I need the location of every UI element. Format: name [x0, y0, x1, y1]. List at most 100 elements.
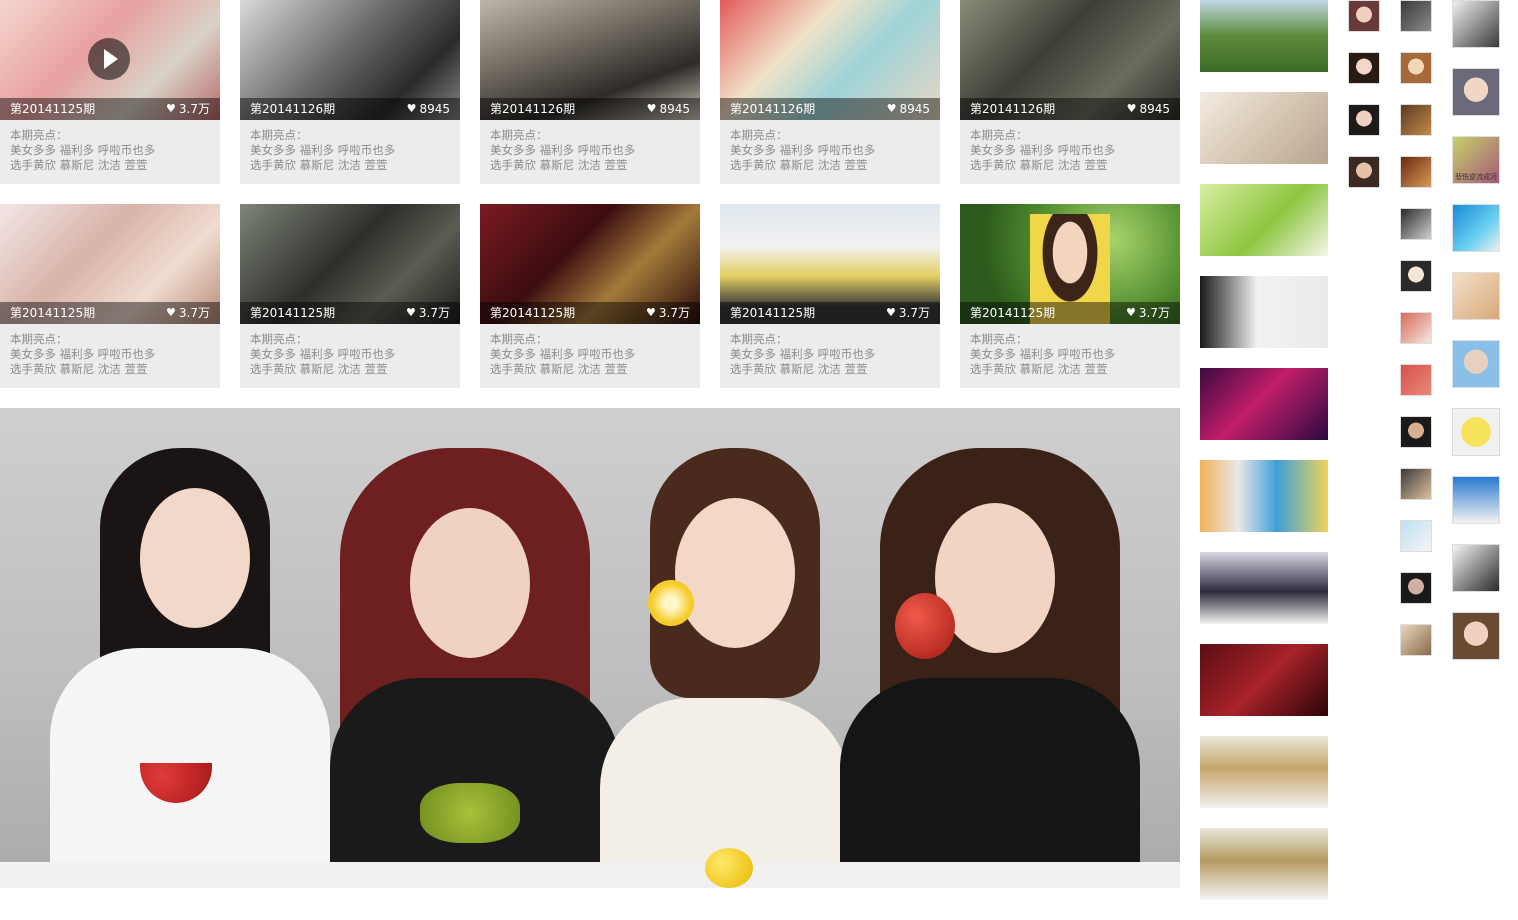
user-avatar[interactable]: [1452, 68, 1500, 116]
sidebar-thumbnail[interactable]: [1200, 736, 1328, 808]
episode-number: 第20141125期: [10, 306, 96, 320]
desc-title: 本期亮点：: [10, 332, 68, 346]
episode-card[interactable]: 第20141126期 ♥ 8945 本期亮点： 美女多多 福利多 呼啦币也多 选手…: [480, 0, 700, 184]
episode-thumbnail[interactable]: 第20141125期 ♥ 3.7万: [240, 204, 460, 324]
user-avatar[interactable]: [1400, 416, 1432, 448]
user-avatar[interactable]: [1452, 0, 1500, 48]
user-avatar[interactable]: [1400, 104, 1432, 136]
banner-person: [600, 448, 860, 888]
desc-title: 本期亮点：: [490, 332, 548, 346]
user-avatar[interactable]: [1452, 612, 1500, 660]
user-avatar[interactable]: [1452, 476, 1500, 524]
sidebar-thumbnail[interactable]: [1200, 828, 1328, 900]
episode-card[interactable]: 第20141125期 ♥ 3.7万 本期亮点： 美女多多 福利多 呼啦币也多 选手…: [0, 204, 220, 388]
user-avatar[interactable]: [1400, 312, 1432, 344]
desc-line: 选手黄欣 慕斯尼 沈洁 萱萱: [970, 362, 1108, 376]
like-count: 8945: [659, 102, 690, 116]
heart-icon: ♥: [646, 102, 657, 115]
user-avatar[interactable]: [1452, 544, 1500, 592]
episode-thumbnail[interactable]: 第20141126期 ♥ 8945: [960, 0, 1180, 120]
user-avatar[interactable]: [1348, 0, 1380, 32]
heart-icon: ♥: [166, 102, 176, 115]
desc-line: 美女多多 福利多 呼啦币也多: [970, 347, 1116, 361]
episode-card[interactable]: 第20141126期 ♥ 8945 本期亮点： 美女多多 福利多 呼啦币也多 选手…: [720, 0, 940, 184]
sidebar-thumbnail[interactable]: [1200, 644, 1328, 716]
user-avatar[interactable]: [1452, 272, 1500, 320]
user-avatar[interactable]: [1400, 520, 1432, 552]
episode-thumbnail[interactable]: 第20141126期 ♥ 8945: [240, 0, 460, 120]
user-avatar[interactable]: [1400, 0, 1432, 32]
lemon-half: [648, 580, 694, 626]
sidebar-thumbnail[interactable]: [1200, 460, 1328, 532]
desc-line: 选手黄欣 慕斯尼 沈洁 萱萱: [490, 158, 628, 172]
user-avatar[interactable]: [1348, 156, 1380, 188]
sidebar-thumbnail[interactable]: [1200, 92, 1328, 164]
episode-card[interactable]: 第20141126期 ♥ 8945 本期亮点： 美女多多 福利多 呼啦币也多 选手…: [240, 0, 460, 184]
desc-line: 美女多多 福利多 呼啦币也多: [10, 143, 156, 157]
heart-icon: ♥: [406, 102, 417, 115]
desc-line: 美女多多 福利多 呼啦币也多: [10, 347, 156, 361]
user-avatar[interactable]: [1400, 468, 1432, 500]
episode-card[interactable]: 第20141125期 ♥ 3.7万 本期亮点： 美女多多 福利多 呼啦币也多 选手…: [0, 0, 220, 184]
user-avatar[interactable]: [1400, 624, 1432, 656]
episode-thumbnail[interactable]: 第20141125期 ♥ 3.7万: [480, 204, 700, 324]
episode-thumbnail[interactable]: 第20141126期 ♥ 8945: [720, 0, 940, 120]
heart-icon: ♥: [646, 306, 656, 319]
banner-person: [30, 448, 350, 888]
episode-card[interactable]: 第20141125期 ♥ 3.7万 本期亮点： 美女多多 福利多 呼啦币也多 选手…: [720, 204, 940, 388]
episode-thumbnail[interactable]: 第20141126期 ♥ 8945: [480, 0, 700, 120]
desc-line: 美女多多 福利多 呼啦币也多: [250, 347, 396, 361]
play-icon[interactable]: [88, 38, 130, 80]
user-avatar[interactable]: [1452, 408, 1500, 456]
sidebar-thumbnail[interactable]: [1200, 184, 1328, 256]
episode-thumbnail[interactable]: 第20141125期 ♥ 3.7万: [960, 204, 1180, 324]
user-avatar[interactable]: [1400, 260, 1432, 292]
user-avatar[interactable]: [1452, 340, 1500, 388]
heart-icon: ♥: [406, 306, 416, 319]
sidebar-thumbnail[interactable]: [1200, 552, 1328, 624]
user-avatar[interactable]: 悲伤逆流成河: [1452, 136, 1500, 184]
lemon: [705, 848, 753, 888]
episode-card[interactable]: 第20141125期 ♥ 3.7万 本期亮点： 美女多多 福利多 呼啦币也多 选手…: [960, 204, 1180, 388]
heart-icon: ♥: [1126, 102, 1137, 115]
user-avatar[interactable]: [1400, 364, 1432, 396]
heart-icon: ♥: [886, 102, 897, 115]
desc-title: 本期亮点：: [490, 128, 548, 142]
desc-line: 选手黄欣 慕斯尼 沈洁 萱萱: [250, 158, 388, 172]
heart-icon: ♥: [1126, 306, 1136, 319]
user-avatar[interactable]: [1348, 104, 1380, 136]
sidebar-thumbnail[interactable]: [1200, 0, 1328, 72]
like-count: 3.7万: [898, 306, 930, 320]
featured-banner[interactable]: [0, 408, 1180, 888]
like-count: 8945: [419, 102, 450, 116]
episode-number: 第20141125期: [730, 306, 816, 320]
apple: [895, 593, 955, 659]
desc-title: 本期亮点：: [250, 128, 308, 142]
episode-number: 第20141125期: [250, 306, 336, 320]
user-avatar[interactable]: [1400, 52, 1432, 84]
banner-table: [0, 862, 1180, 888]
episode-number: 第20141126期: [730, 102, 816, 116]
desc-title: 本期亮点：: [970, 128, 1028, 142]
desc-line: 美女多多 福利多 呼啦币也多: [250, 143, 396, 157]
episode-thumbnail[interactable]: 第20141125期 ♥ 3.7万: [720, 204, 940, 324]
episode-thumbnail[interactable]: 第20141125期 ♥ 3.7万: [0, 204, 220, 324]
sidebar-thumbnail[interactable]: [1200, 368, 1328, 440]
desc-title: 本期亮点：: [730, 332, 788, 346]
user-avatar[interactable]: [1348, 52, 1380, 84]
user-avatar[interactable]: [1400, 208, 1432, 240]
episode-card[interactable]: 第20141125期 ♥ 3.7万 本期亮点： 美女多多 福利多 呼啦币也多 选手…: [480, 204, 700, 388]
banner-person: [840, 448, 1140, 888]
avatar-caption: 悲伤逆流成河: [1455, 173, 1497, 181]
episode-number: 第20141126期: [490, 102, 576, 116]
episode-thumbnail[interactable]: 第20141125期 ♥ 3.7万: [0, 0, 220, 120]
heart-icon: ♥: [886, 306, 896, 319]
user-avatar[interactable]: [1452, 204, 1500, 252]
like-count: 3.7万: [178, 102, 210, 116]
desc-line: 选手黄欣 慕斯尼 沈洁 萱萱: [730, 158, 868, 172]
user-avatar[interactable]: [1400, 156, 1432, 188]
sidebar-thumbnail[interactable]: [1200, 276, 1328, 348]
episode-card[interactable]: 第20141126期 ♥ 8945 本期亮点： 美女多多 福利多 呼啦币也多 选手…: [960, 0, 1180, 184]
episode-card[interactable]: 第20141125期 ♥ 3.7万 本期亮点： 美女多多 福利多 呼啦币也多 选手…: [240, 204, 460, 388]
user-avatar[interactable]: [1400, 572, 1432, 604]
